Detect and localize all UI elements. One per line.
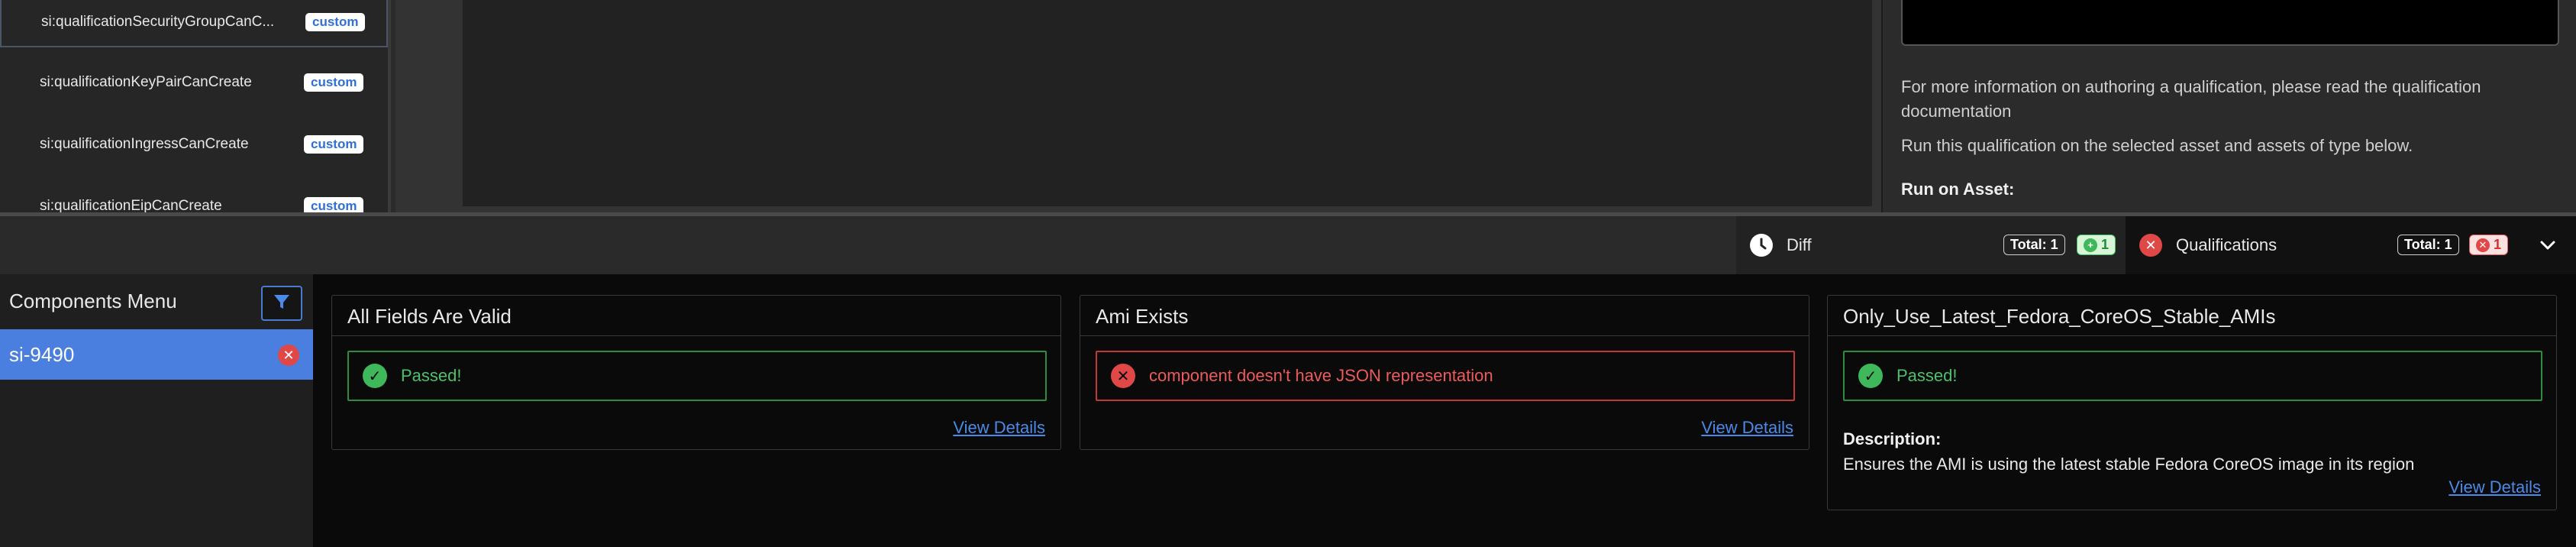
- custom-badge: custom: [304, 197, 364, 212]
- error-icon: ✕: [278, 345, 299, 366]
- total-value: 1: [2444, 237, 2452, 252]
- authoring-info-text: For more information on authoring a qual…: [1901, 77, 2481, 121]
- qualification-item[interactable]: si:qualificationKeyPairCanCreate custom: [0, 57, 388, 108]
- chevron-down-icon[interactable]: [2520, 216, 2576, 274]
- card-divider: [1828, 335, 2556, 336]
- qualification-item[interactable]: si:qualificationIngressCanCreate custom: [0, 119, 388, 170]
- run-on-asset-label: Run on Asset:: [1901, 180, 2015, 199]
- check-circle-icon: ✓: [363, 364, 387, 388]
- passed-result: ✓ Passed!: [347, 351, 1047, 401]
- custom-badge: custom: [304, 135, 364, 154]
- qualification-card: All Fields Are Valid ✓ Passed! View Deta…: [331, 295, 1061, 450]
- total-label: Total:: [2010, 237, 2047, 252]
- diff-total-badge: Total: 1: [2003, 235, 2065, 255]
- count-value: 1: [2494, 237, 2502, 252]
- qualification-item[interactable]: si:qualificationEipCanCreate custom: [0, 181, 388, 212]
- tab-diff-label: Diff: [1787, 235, 1812, 254]
- qualification-item-label: si:qualificationKeyPairCanCreate: [40, 74, 252, 90]
- card-divider: [1080, 335, 1809, 336]
- total-value: 1: [2050, 237, 2058, 252]
- run-info-text: Run this qualification on the selected a…: [1901, 136, 2413, 155]
- code-editor[interactable]: [463, 0, 1872, 206]
- clock-icon: [1750, 234, 1773, 257]
- card-divider: [332, 335, 1060, 336]
- tab-qualifications[interactable]: ✕ Qualifications Total: 1 ✕ 1: [2126, 216, 2520, 274]
- qualifications-total-badge: Total: 1: [2397, 235, 2459, 255]
- check-circle-icon: ✓: [1858, 364, 1883, 388]
- x-icon: ✕: [2476, 238, 2490, 252]
- components-menu: Components Menu si-9490 ✕: [0, 274, 313, 547]
- qualification-item-label: si:qualificationIngressCanCreate: [40, 136, 249, 152]
- qualifications-panel: Components Menu si-9490 ✕ All Fields Are…: [0, 274, 2576, 547]
- custom-badge: custom: [305, 13, 366, 31]
- description-label: Description:: [1843, 429, 1942, 448]
- passed-result: ✓ Passed!: [1843, 351, 2542, 401]
- total-label: Total:: [2404, 237, 2441, 252]
- tab-diff[interactable]: Diff Total: 1 +1: [1736, 216, 2126, 274]
- qualification-item-label: si:qualificationSecurityGroupCanC...: [41, 14, 275, 30]
- qualification-card: Ami Exists ✕ component doesn't have JSON…: [1080, 295, 1809, 450]
- card-title: Only_Use_Latest_Fedora_CoreOS_Stable_AMI…: [1843, 305, 2276, 328]
- code-editor-pane: [395, 0, 1881, 212]
- sidebar-resize-handle[interactable]: [388, 0, 391, 212]
- diff-added-count: +1: [2077, 235, 2116, 255]
- failed-result: ✕ component doesn't have JSON representa…: [1096, 351, 1795, 401]
- x-circle-icon: ✕: [2139, 234, 2162, 257]
- result-text: Passed!: [1896, 366, 1958, 385]
- custom-badge: custom: [304, 73, 364, 92]
- view-details-link[interactable]: View Details: [953, 418, 1045, 438]
- x-circle-icon: ✕: [1111, 364, 1135, 388]
- card-title: Ami Exists: [1096, 305, 1189, 328]
- qualifications-failed-count: ✕ 1: [2469, 235, 2509, 255]
- qualification-item[interactable]: si:qualificationSecurityGroupCanC... cus…: [0, 0, 388, 47]
- description-text: Ensures the AMI is using the latest stab…: [1843, 455, 2415, 474]
- filter-icon: [272, 292, 292, 316]
- card-title: All Fields Are Valid: [347, 305, 512, 328]
- view-details-link[interactable]: View Details: [1701, 418, 1793, 438]
- description-textarea[interactable]: [1901, 0, 2559, 46]
- tab-qualifications-label: Qualifications: [2176, 235, 2277, 254]
- component-item[interactable]: si-9490 ✕: [0, 329, 313, 380]
- filter-button[interactable]: [261, 286, 302, 321]
- qualification-card: Only_Use_Latest_Fedora_CoreOS_Stable_AMI…: [1827, 295, 2557, 510]
- status-tab-bar: Diff Total: 1 +1 ✕ Qualifications Total:…: [0, 216, 2576, 274]
- plus-icon: +: [2084, 238, 2097, 252]
- result-text: component doesn't have JSON representati…: [1149, 366, 1493, 385]
- components-menu-title: Components Menu: [9, 290, 177, 312]
- count-value: 1: [2101, 237, 2110, 252]
- editor-region: si:qualificationSecurityGroupCanC... cus…: [0, 0, 2576, 212]
- qualification-details-panel: For more information on authoring a qual…: [1881, 0, 2576, 212]
- view-details-link[interactable]: View Details: [2448, 477, 2541, 497]
- component-item-label: si-9490: [9, 342, 75, 366]
- qualification-list: si:qualificationSecurityGroupCanC... cus…: [0, 0, 388, 212]
- qualification-item-label: si:qualificationEipCanCreate: [40, 198, 222, 212]
- result-text: Passed!: [401, 366, 462, 385]
